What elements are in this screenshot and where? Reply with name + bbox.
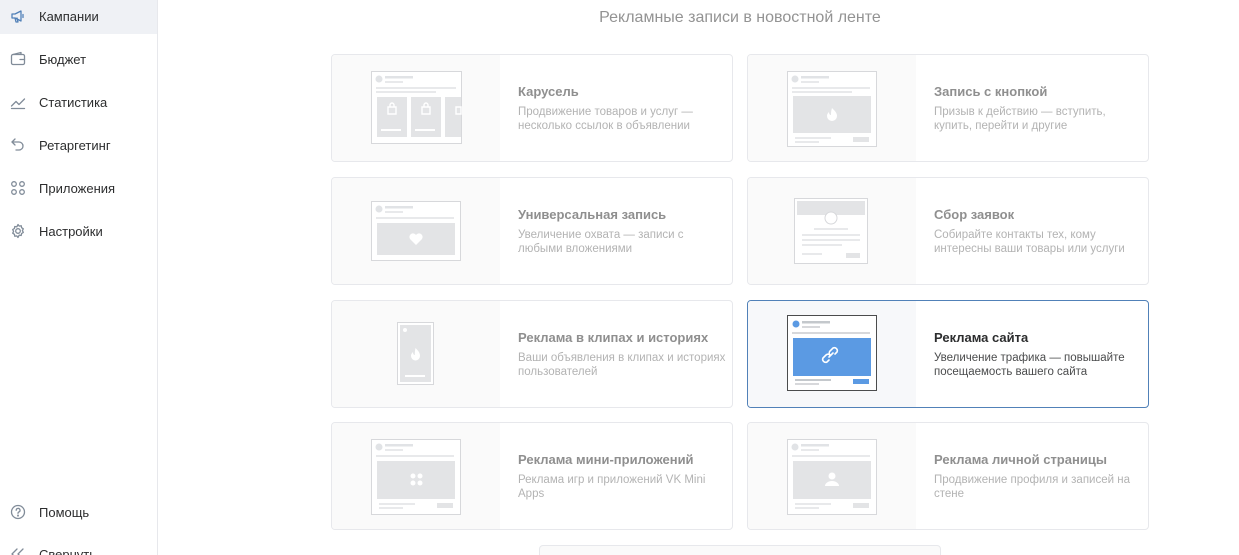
card-title: Реклама мини-приложений xyxy=(518,452,694,467)
card-title: Карусель xyxy=(518,84,579,99)
card-title: Сбор заявок xyxy=(934,207,1015,222)
sidebar-item-label: Свернуть xyxy=(39,546,97,555)
mini-apps-illustration xyxy=(371,439,461,515)
card-title: Реклама в клипах и историях xyxy=(518,330,709,345)
lead-form-illustration xyxy=(794,198,868,264)
carousel-illustration xyxy=(371,71,462,144)
chart-icon xyxy=(10,94,26,110)
card-description: Продвижение товаров и услуг — несколько … xyxy=(518,106,693,132)
button-post-illustration xyxy=(787,71,877,147)
format-card-personal-page[interactable]: Реклама личной страницы Продвижение проф… xyxy=(747,422,1149,530)
apps-grid-icon xyxy=(10,180,26,196)
card-description: Увеличение трафика — повышайте посещаемо… xyxy=(934,352,1125,378)
clips-stories-preview xyxy=(332,301,500,407)
card-description: Ваши объявления в клипах и историях поль… xyxy=(518,352,726,378)
format-card-button-post[interactable]: Запись с кнопкой Призыв к действию — вст… xyxy=(747,54,1149,162)
sidebar-item-label: Помощь xyxy=(39,504,90,520)
sidebar-item-label: Бюджет xyxy=(39,51,87,67)
sidebar: Кампании Бюджет Статистика Ретаргетинг П… xyxy=(0,0,158,555)
universal-post-illustration xyxy=(371,201,461,261)
sidebar-item-label: Настройки xyxy=(39,223,103,239)
format-card-partial[interactable] xyxy=(539,545,941,555)
card-title: Универсальная запись xyxy=(518,207,667,222)
undo-arrow-icon xyxy=(10,137,26,153)
universal-post-preview xyxy=(332,178,500,284)
lead-form-preview xyxy=(748,178,916,284)
format-card-lead-form[interactable]: Сбор заявок Собирайте контакты тех, кому… xyxy=(747,177,1149,285)
clips-stories-illustration xyxy=(397,322,434,385)
format-card-carousel[interactable]: Карусель Продвижение товаров и услуг — н… xyxy=(331,54,733,162)
card-description: Увеличение охвата — записи с любыми влож… xyxy=(518,229,684,255)
format-card-mini-apps[interactable]: Реклама мини-приложений Реклама игр и пр… xyxy=(331,422,733,530)
sidebar-item-label: Приложения xyxy=(39,180,116,196)
card-title: Реклама личной страницы xyxy=(934,452,1107,467)
website-preview xyxy=(748,301,916,407)
sidebar-item-retargeting[interactable]: Ретаргетинг xyxy=(0,127,157,163)
format-card-universal-post[interactable]: Универсальная запись Увеличение охвата —… xyxy=(331,177,733,285)
sidebar-item-label: Кампании xyxy=(39,8,99,24)
collapse-icon xyxy=(10,546,26,555)
sidebar-item-label: Статистика xyxy=(39,94,108,110)
megaphone-icon xyxy=(10,8,26,24)
mini-apps-preview xyxy=(332,423,500,529)
format-card-website[interactable]: Реклама сайта Увеличение трафика — повыш… xyxy=(747,300,1149,408)
card-title: Реклама сайта xyxy=(934,330,1029,345)
card-title: Запись с кнопкой xyxy=(934,84,1048,99)
gear-icon xyxy=(10,223,26,239)
button-post-preview xyxy=(748,55,916,161)
sidebar-item-campaigns[interactable]: Кампании xyxy=(0,0,157,34)
wallet-icon xyxy=(10,51,26,67)
sidebar-item-budget[interactable]: Бюджет xyxy=(0,41,157,77)
personal-page-preview xyxy=(748,423,916,529)
website-illustration xyxy=(787,315,877,391)
card-description: Продвижение профиля и записей на стене xyxy=(934,474,1130,500)
help-icon xyxy=(10,504,26,520)
sidebar-item-label: Ретаргетинг xyxy=(39,137,111,153)
card-description: Реклама игр и приложений VK Mini Apps xyxy=(518,474,706,500)
card-description: Собирайте контакты тех, кому интересны в… xyxy=(934,229,1125,255)
sidebar-item-statistics[interactable]: Статистика xyxy=(0,84,157,120)
sidebar-item-help[interactable]: Помощь xyxy=(0,494,157,530)
card-description: Призыв к действию — вступить, купить, пе… xyxy=(934,106,1106,132)
page-title: Рекламные записи в новостной ленте xyxy=(599,9,881,26)
sidebar-item-settings[interactable]: Настройки xyxy=(0,213,157,249)
sidebar-item-apps[interactable]: Приложения xyxy=(0,170,157,206)
format-card-clips-stories[interactable]: Реклама в клипах и историях Ваши объявле… xyxy=(331,300,733,408)
sidebar-item-collapse[interactable]: Свернуть xyxy=(0,536,157,555)
personal-page-illustration xyxy=(787,439,877,515)
carousel-preview xyxy=(332,55,500,161)
